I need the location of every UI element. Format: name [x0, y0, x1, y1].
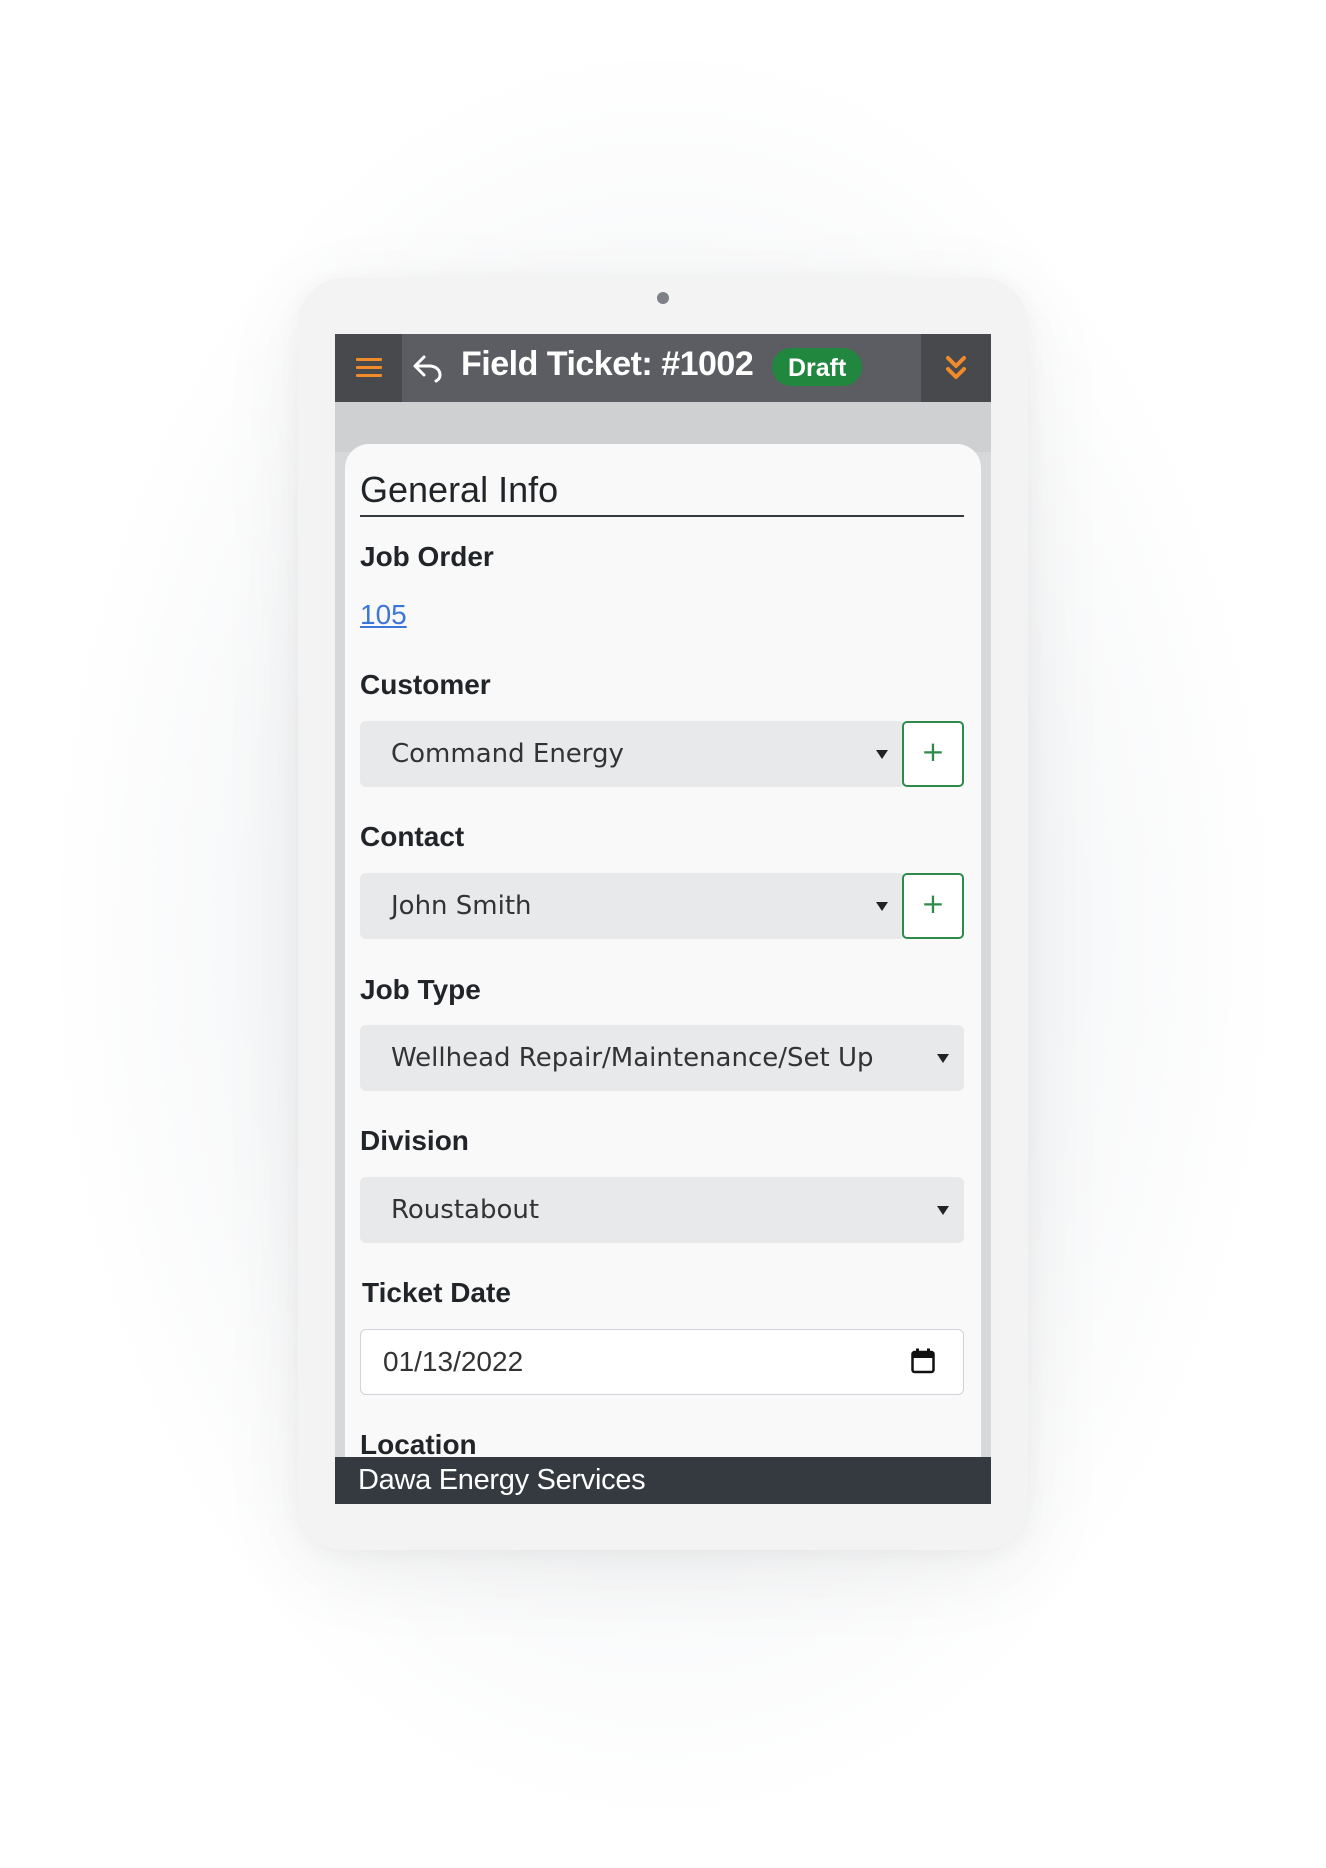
- customer-select[interactable]: Command Energy: [360, 721, 905, 787]
- app-screen: Field Ticket: #1002 Draft General Info J…: [335, 334, 991, 1504]
- section-title: General Info: [360, 471, 964, 517]
- top-navbar: Field Ticket: #1002 Draft: [335, 334, 991, 402]
- division-select-value: Roustabout: [391, 1195, 540, 1225]
- customer-label: Customer: [360, 669, 491, 700]
- contact-select-value: John Smith: [391, 891, 532, 921]
- job-order-label: Job Order: [360, 541, 494, 572]
- contact-select[interactable]: John Smith: [360, 873, 905, 939]
- general-info-card: General Info Job Order 105 Customer Comm…: [345, 444, 981, 1504]
- ticket-date-label: Ticket Date: [362, 1277, 511, 1308]
- caret-down-icon: [876, 902, 888, 911]
- job-order-link[interactable]: 105: [360, 599, 407, 631]
- tablet-frame: Field Ticket: #1002 Draft General Info J…: [298, 278, 1028, 1550]
- add-contact-button[interactable]: +: [902, 873, 964, 939]
- hamburger-icon: [355, 358, 382, 378]
- division-select[interactable]: Roustabout: [360, 1177, 964, 1243]
- status-badge: Draft: [772, 348, 863, 386]
- page-title: Field Ticket: #1002: [461, 345, 754, 383]
- ticket-date-input[interactable]: 01/13/2022: [360, 1329, 964, 1395]
- back-arrow-icon[interactable]: [412, 353, 444, 383]
- menu-button[interactable]: [335, 334, 402, 402]
- caret-down-icon: [937, 1206, 949, 1215]
- caret-down-icon: [876, 750, 888, 759]
- job-type-select[interactable]: Wellhead Repair/Maintenance/Set Up: [360, 1025, 964, 1091]
- contact-label: Contact: [360, 821, 465, 852]
- division-label: Division: [360, 1125, 469, 1156]
- customer-select-value: Command Energy: [391, 739, 624, 769]
- ticket-date-value: 01/13/2022: [383, 1346, 524, 1377]
- double-chevron-down-icon: [946, 356, 966, 379]
- add-customer-button[interactable]: +: [902, 721, 964, 787]
- calendar-icon[interactable]: [911, 1348, 935, 1374]
- caret-down-icon: [937, 1054, 949, 1063]
- job-type-select-value: Wellhead Repair/Maintenance/Set Up: [391, 1043, 874, 1073]
- footer-company-name: Dawa Energy Services: [335, 1457, 991, 1504]
- expand-button[interactable]: [921, 334, 991, 402]
- camera-dot: [657, 292, 669, 304]
- job-type-label: Job Type: [360, 974, 481, 1005]
